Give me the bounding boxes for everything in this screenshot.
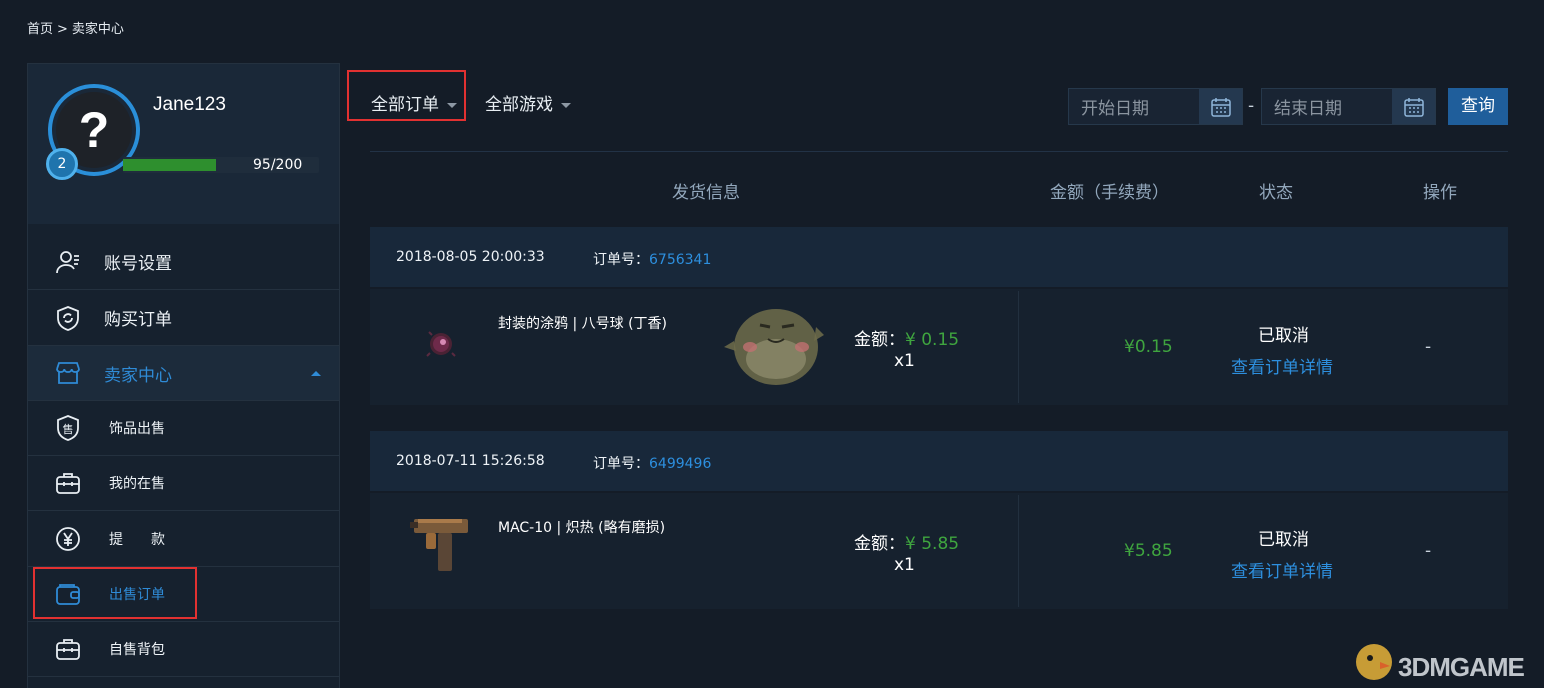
- backpack-icon: [54, 635, 82, 663]
- start-date-input[interactable]: 开始日期: [1068, 88, 1243, 125]
- date-separator: -: [1248, 96, 1255, 116]
- view-order-details-link[interactable]: 查看订单详情: [1231, 557, 1333, 582]
- sidebar-subitem-label: 自售背包: [109, 642, 165, 658]
- sidebar-subitem-label: 我的在售: [109, 476, 165, 492]
- sidebar-item-seller-center[interactable]: 卖家中心: [28, 346, 339, 401]
- breadcrumb: 首页 > 卖家中心: [27, 18, 128, 37]
- amount-value: ¥ 0.15: [905, 330, 960, 350]
- breadcrumb-home-link[interactable]: 首页: [27, 22, 53, 37]
- order-time: 2018-08-05 20:00:33: [396, 249, 545, 265]
- store-icon: [54, 359, 82, 387]
- briefcase-icon: [54, 469, 82, 497]
- chevron-down-icon: [561, 102, 571, 108]
- order-header: 2018-08-05 20:00:33 订单号：6756341: [370, 227, 1508, 289]
- sidebar-subitem-self-backpack[interactable]: 自售背包: [28, 622, 339, 677]
- order-action: -: [1425, 337, 1432, 357]
- amount-info: 金额：¥ 5.85: [854, 529, 959, 554]
- amount-info: 金额：¥ 0.15: [854, 325, 959, 350]
- order-card: 2018-08-05 20:00:33 订单号：6756341 封装的涂鸦 | …: [370, 227, 1508, 405]
- header-shipping-info: 发货信息: [672, 183, 740, 203]
- sidebar-subitem-item-sale[interactable]: 售 饰品出售: [28, 401, 339, 456]
- all-games-dropdown[interactable]: 全部游戏: [485, 90, 571, 115]
- order-number-link[interactable]: 6756341: [649, 252, 711, 268]
- chevron-down-icon: [447, 102, 457, 108]
- xp-progress-bar: 95/200: [123, 157, 319, 173]
- all-orders-dropdown[interactable]: 全部订单: [371, 90, 457, 115]
- xp-total: /200: [270, 157, 303, 173]
- sell-badge-icon: 售: [54, 414, 82, 442]
- column-divider: [1018, 291, 1019, 403]
- sidebar-item-label: 购买订单: [104, 310, 172, 330]
- order-price: ¥0.15: [1124, 337, 1173, 357]
- watermark-logo: 3DMGAME: [1350, 636, 1536, 686]
- order-action: -: [1425, 541, 1432, 561]
- xp-progress-fill: [123, 159, 217, 171]
- header-amount-fee: 金额（手续费）: [1050, 183, 1169, 203]
- order-time: 2018-07-11 15:26:58: [396, 453, 545, 469]
- breadcrumb-current: 卖家中心: [71, 22, 124, 37]
- end-date-input[interactable]: 结束日期: [1261, 88, 1436, 125]
- order-status: 已取消: [1258, 326, 1309, 346]
- item-image-mac10: [408, 513, 474, 577]
- order-number: 订单号：6499496: [593, 453, 711, 473]
- amount-label: 金额：: [854, 330, 905, 350]
- amount-value: ¥ 5.85: [905, 534, 960, 554]
- profile-card: ? 95/200 2 Jane123: [28, 64, 339, 224]
- sticker-image: [720, 299, 826, 387]
- order-number-label: 订单号：: [593, 456, 649, 472]
- header-action: 操作: [1423, 183, 1457, 203]
- sidebar-subitem-withdraw[interactable]: 提 款: [28, 511, 339, 567]
- order-price: ¥5.85: [1124, 541, 1173, 561]
- sidebar-subitem-my-listings[interactable]: 我的在售: [28, 456, 339, 511]
- user-settings-icon: [54, 248, 82, 276]
- calendar-icon[interactable]: [1392, 89, 1435, 124]
- sidebar-item-label: 账号设置: [104, 254, 172, 274]
- svg-text:售: 售: [63, 422, 74, 436]
- end-date-placeholder: 结束日期: [1274, 99, 1342, 119]
- order-body: 封装的涂鸦 | 八号球 (丁香) 金额：¥ 0.15 x1 ¥0.15 已取消 …: [370, 291, 1508, 403]
- highlight-box: [33, 567, 197, 619]
- order-card: 2018-07-11 15:26:58 订单号：6499496 MAC-10 |…: [370, 431, 1508, 609]
- sidebar-item-account-settings[interactable]: 账号设置: [28, 234, 339, 290]
- sidebar-subitem-label: 饰品出售: [109, 421, 165, 437]
- calendar-icon[interactable]: [1199, 89, 1242, 124]
- item-name: MAC-10 | 炽热 (略有磨损): [498, 520, 666, 536]
- view-order-details-link[interactable]: 查看订单详情: [1231, 353, 1333, 378]
- all-orders-label: 全部订单: [371, 95, 439, 115]
- sidebar: ? 95/200 2 Jane123 账号设置 购买订单 卖家中心 售 饰品出售: [27, 63, 340, 688]
- sidebar-subitem-label: 提 款: [109, 531, 165, 548]
- order-status: 已取消: [1258, 530, 1309, 550]
- query-button[interactable]: 查询: [1448, 88, 1508, 125]
- yen-circle-icon: [54, 525, 82, 553]
- watermark-text: 3DMGAME: [1398, 652, 1525, 682]
- quantity: x1: [894, 351, 915, 371]
- order-number: 订单号：6756341: [593, 249, 711, 269]
- breadcrumb-separator: >: [57, 22, 68, 37]
- column-divider: [1018, 495, 1019, 607]
- level-badge: 2: [46, 148, 78, 180]
- chevron-up-icon: [311, 371, 321, 376]
- header-status: 状态: [1259, 183, 1293, 203]
- start-date-placeholder: 开始日期: [1081, 99, 1149, 119]
- item-image-graffiti: [420, 323, 462, 365]
- xp-text: 95/200: [253, 157, 302, 173]
- xp-current: 95: [253, 157, 271, 173]
- all-games-label: 全部游戏: [485, 95, 553, 115]
- order-number-link[interactable]: 6499496: [649, 456, 711, 472]
- username: Jane123: [153, 94, 226, 115]
- divider: [370, 151, 1508, 152]
- item-name: 封装的涂鸦 | 八号球 (丁香): [498, 316, 667, 332]
- order-header: 2018-07-11 15:26:58 订单号：6499496: [370, 431, 1508, 493]
- shield-refresh-icon: [54, 304, 82, 332]
- amount-label: 金额：: [854, 534, 905, 554]
- quantity: x1: [894, 555, 915, 575]
- order-body: MAC-10 | 炽热 (略有磨损) 金额：¥ 5.85 x1 ¥5.85 已取…: [370, 495, 1508, 607]
- sidebar-item-purchase-orders[interactable]: 购买订单: [28, 290, 339, 346]
- order-number-label: 订单号：: [593, 252, 649, 268]
- sidebar-item-label: 卖家中心: [104, 365, 172, 386]
